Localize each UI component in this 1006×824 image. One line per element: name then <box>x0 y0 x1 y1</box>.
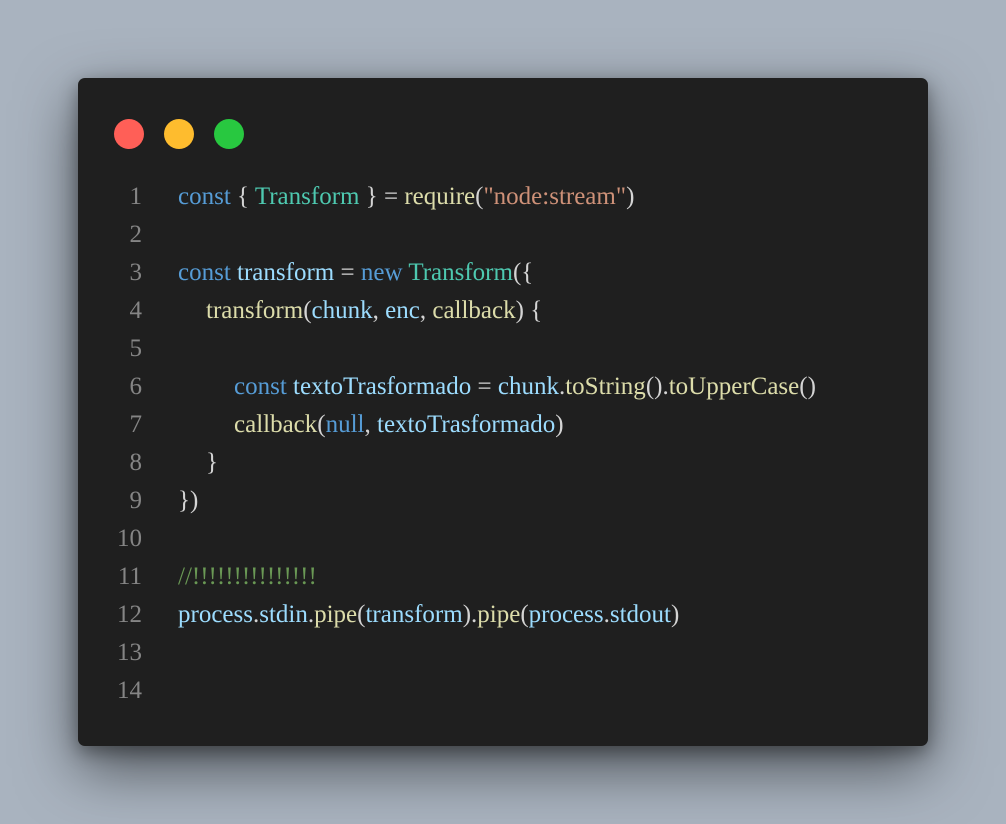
code-window: 1 const { Transform } = require("node:str… <box>78 78 928 746</box>
code-token-function: pipe <box>314 601 358 628</box>
code-line: 4 transform(chunk, enc, callback) { <box>78 292 928 330</box>
code-token-punct: ( <box>303 297 312 324</box>
code-line: 14 <box>78 672 928 710</box>
code-line: 13 <box>78 634 928 672</box>
code-line: 12 process.stdin.pipe(transform).pipe(pro… <box>78 596 928 634</box>
code-token-class: Transform <box>254 183 360 210</box>
code-token-function: pipe <box>477 601 521 628</box>
code-token-variable: textoTrasformado <box>293 373 472 400</box>
code-token-variable: stdin <box>259 601 308 628</box>
code-token-keyword: const <box>178 183 231 210</box>
minimize-dot-icon[interactable] <box>164 119 194 149</box>
code-token-function: toString <box>565 373 646 400</box>
code-token-function: callback <box>234 411 318 438</box>
code-token-variable: chunk <box>311 297 373 324</box>
code-token-punct: { <box>230 183 255 210</box>
line-number: 8 <box>129 449 143 476</box>
code-text: } <box>178 444 218 482</box>
line-number: 3 <box>129 259 143 286</box>
code-token-variable: stdout <box>609 601 671 628</box>
code-token-variable: transform <box>365 601 463 628</box>
code-token-punct: ) <box>671 601 680 628</box>
line-number: 10 <box>117 525 142 552</box>
code-line: 7 callback(null, textoTrasformado) <box>78 406 928 444</box>
code-token-punct: ) <box>626 183 635 210</box>
code-line: 9}) <box>78 482 928 520</box>
code-line: 8} <box>78 444 928 482</box>
code-token-keyword: const <box>178 259 231 286</box>
code-token-variable: transform <box>237 259 335 286</box>
window-controls <box>114 119 244 149</box>
code-token-punct: (). <box>645 373 669 400</box>
line-number: 2 <box>129 221 143 248</box>
code-token-punct: ({ <box>512 259 534 286</box>
code-token-variable: textoTrasformado <box>377 411 556 438</box>
code-line: 5 <box>78 330 928 368</box>
line-number: 13 <box>117 639 142 666</box>
code-token-variable: chunk <box>497 373 559 400</box>
code-text: //!!!!!!!!!!!!!!! <box>178 558 317 596</box>
code-line: 3 const transform = new Transform({ <box>78 254 928 292</box>
code-text: callback(null, textoTrasformado) <box>178 406 564 444</box>
line-number: 12 <box>117 601 142 628</box>
line-number: 5 <box>129 335 143 362</box>
code-text: }) <box>178 482 198 520</box>
line-number: 1 <box>129 183 143 210</box>
code-token-punct: = <box>334 259 361 286</box>
code-token-punct: () <box>799 373 816 400</box>
code-token-keyword: const <box>234 373 287 400</box>
code-token-punct: ) <box>555 411 564 438</box>
code-token-punct: ) { <box>515 297 543 324</box>
code-text: process.stdin.pipe(transform).pipe(proce… <box>178 596 679 634</box>
code-line: 1 const { Transform } = require("node:str… <box>78 178 928 216</box>
code-token-punct: ( <box>317 411 326 438</box>
code-token-punct: , <box>419 297 433 324</box>
code-token-comment: //!!!!!!!!!!!!!!! <box>178 563 317 590</box>
code-token-punct: } = <box>359 183 405 210</box>
code-token-punct: } <box>206 449 218 476</box>
line-number: 11 <box>117 563 142 590</box>
line-number: 9 <box>129 487 143 514</box>
code-token-class: Transform <box>408 259 513 286</box>
code-token-keyword: null <box>325 411 365 438</box>
line-number: 6 <box>129 373 143 400</box>
line-number: 7 <box>129 411 143 438</box>
code-line: 11 //!!!!!!!!!!!!!!! <box>78 558 928 596</box>
code-token-variable: process <box>528 601 604 628</box>
code-text: transform(chunk, enc, callback) { <box>178 292 542 330</box>
code-line: 2 <box>78 216 928 254</box>
code-line: 6 const textoTrasformado = chunk.toString… <box>78 368 928 406</box>
code-token-punct: , <box>364 411 378 438</box>
code-token-keyword: new <box>360 259 403 286</box>
code-line: 10 <box>78 520 928 558</box>
code-token-variable: process <box>178 601 253 628</box>
code-token-function: toUpperCase <box>668 373 800 400</box>
maximize-dot-icon[interactable] <box>214 119 244 149</box>
code-text: const textoTrasformado = chunk.toString(… <box>178 368 816 406</box>
line-number: 14 <box>117 677 142 704</box>
code-token-punct: ( <box>520 601 529 628</box>
line-number: 4 <box>129 297 143 324</box>
code-token-function: callback <box>432 297 516 324</box>
code-text: const transform = new Transform({ <box>178 254 533 292</box>
code-token-punct: = <box>471 373 498 400</box>
code-token-punct: }) <box>178 487 199 514</box>
code-editor: 1 const { Transform } = require("node:str… <box>78 178 928 710</box>
code-token-punct: , <box>372 297 386 324</box>
code-token-punct: ). <box>462 601 478 628</box>
close-dot-icon[interactable] <box>114 119 144 149</box>
code-token-function: transform <box>206 297 304 324</box>
code-token-variable: enc <box>385 297 420 324</box>
code-token-string: "node:stream" <box>483 183 627 210</box>
code-token-function: require <box>404 183 476 210</box>
code-text: const { Transform } = require("node:stre… <box>178 178 634 216</box>
